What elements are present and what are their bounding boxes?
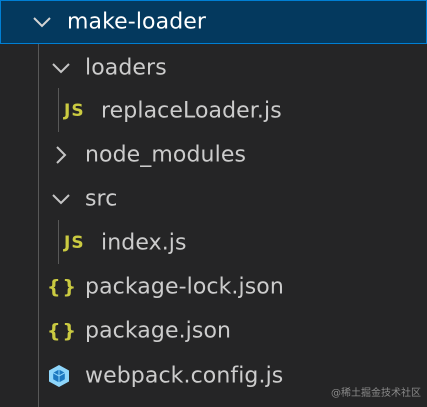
tree-item-src[interactable]: src	[0, 177, 427, 221]
tree-item-package-json[interactable]: {} package.json	[0, 309, 427, 353]
js-file-icon: JS	[64, 233, 85, 253]
tree-item-label: src	[85, 186, 118, 212]
tree-item-make-loader[interactable]: make-loader	[0, 0, 427, 44]
tree-item-label: loaders	[85, 55, 167, 81]
file-explorer-tree: make-loader loaders JS replaceLoader.js …	[0, 0, 427, 407]
tree-item-package-lock-json[interactable]: {} package-lock.json	[0, 265, 427, 309]
chevron-right-icon	[50, 144, 72, 166]
tree-item-label: package.json	[85, 318, 232, 344]
tree-item-node-modules[interactable]: node_modules	[0, 133, 427, 177]
json-file-icon: {}	[47, 320, 79, 342]
tree-item-label: package-lock.json	[85, 274, 284, 300]
js-file-icon: JS	[64, 101, 85, 121]
webpack-cube-icon	[48, 364, 70, 388]
tree-item-index-js[interactable]: JS index.js	[0, 221, 427, 265]
watermark-text: @稀土掘金技术社区	[331, 388, 421, 399]
tree-item-label: index.js	[101, 230, 187, 256]
tree-item-label: replaceLoader.js	[101, 98, 282, 124]
json-file-icon: {}	[47, 276, 79, 298]
chevron-down-icon	[31, 11, 53, 33]
tree-item-label: node_modules	[85, 142, 247, 168]
tree-item-replaceLoader-js[interactable]: JS replaceLoader.js	[0, 89, 427, 133]
tree-item-label: webpack.config.js	[85, 363, 284, 389]
tree-item-label: make-loader	[67, 9, 207, 35]
chevron-down-icon	[50, 57, 72, 79]
chevron-down-icon	[50, 188, 72, 210]
tree-item-loaders[interactable]: loaders	[0, 46, 427, 90]
